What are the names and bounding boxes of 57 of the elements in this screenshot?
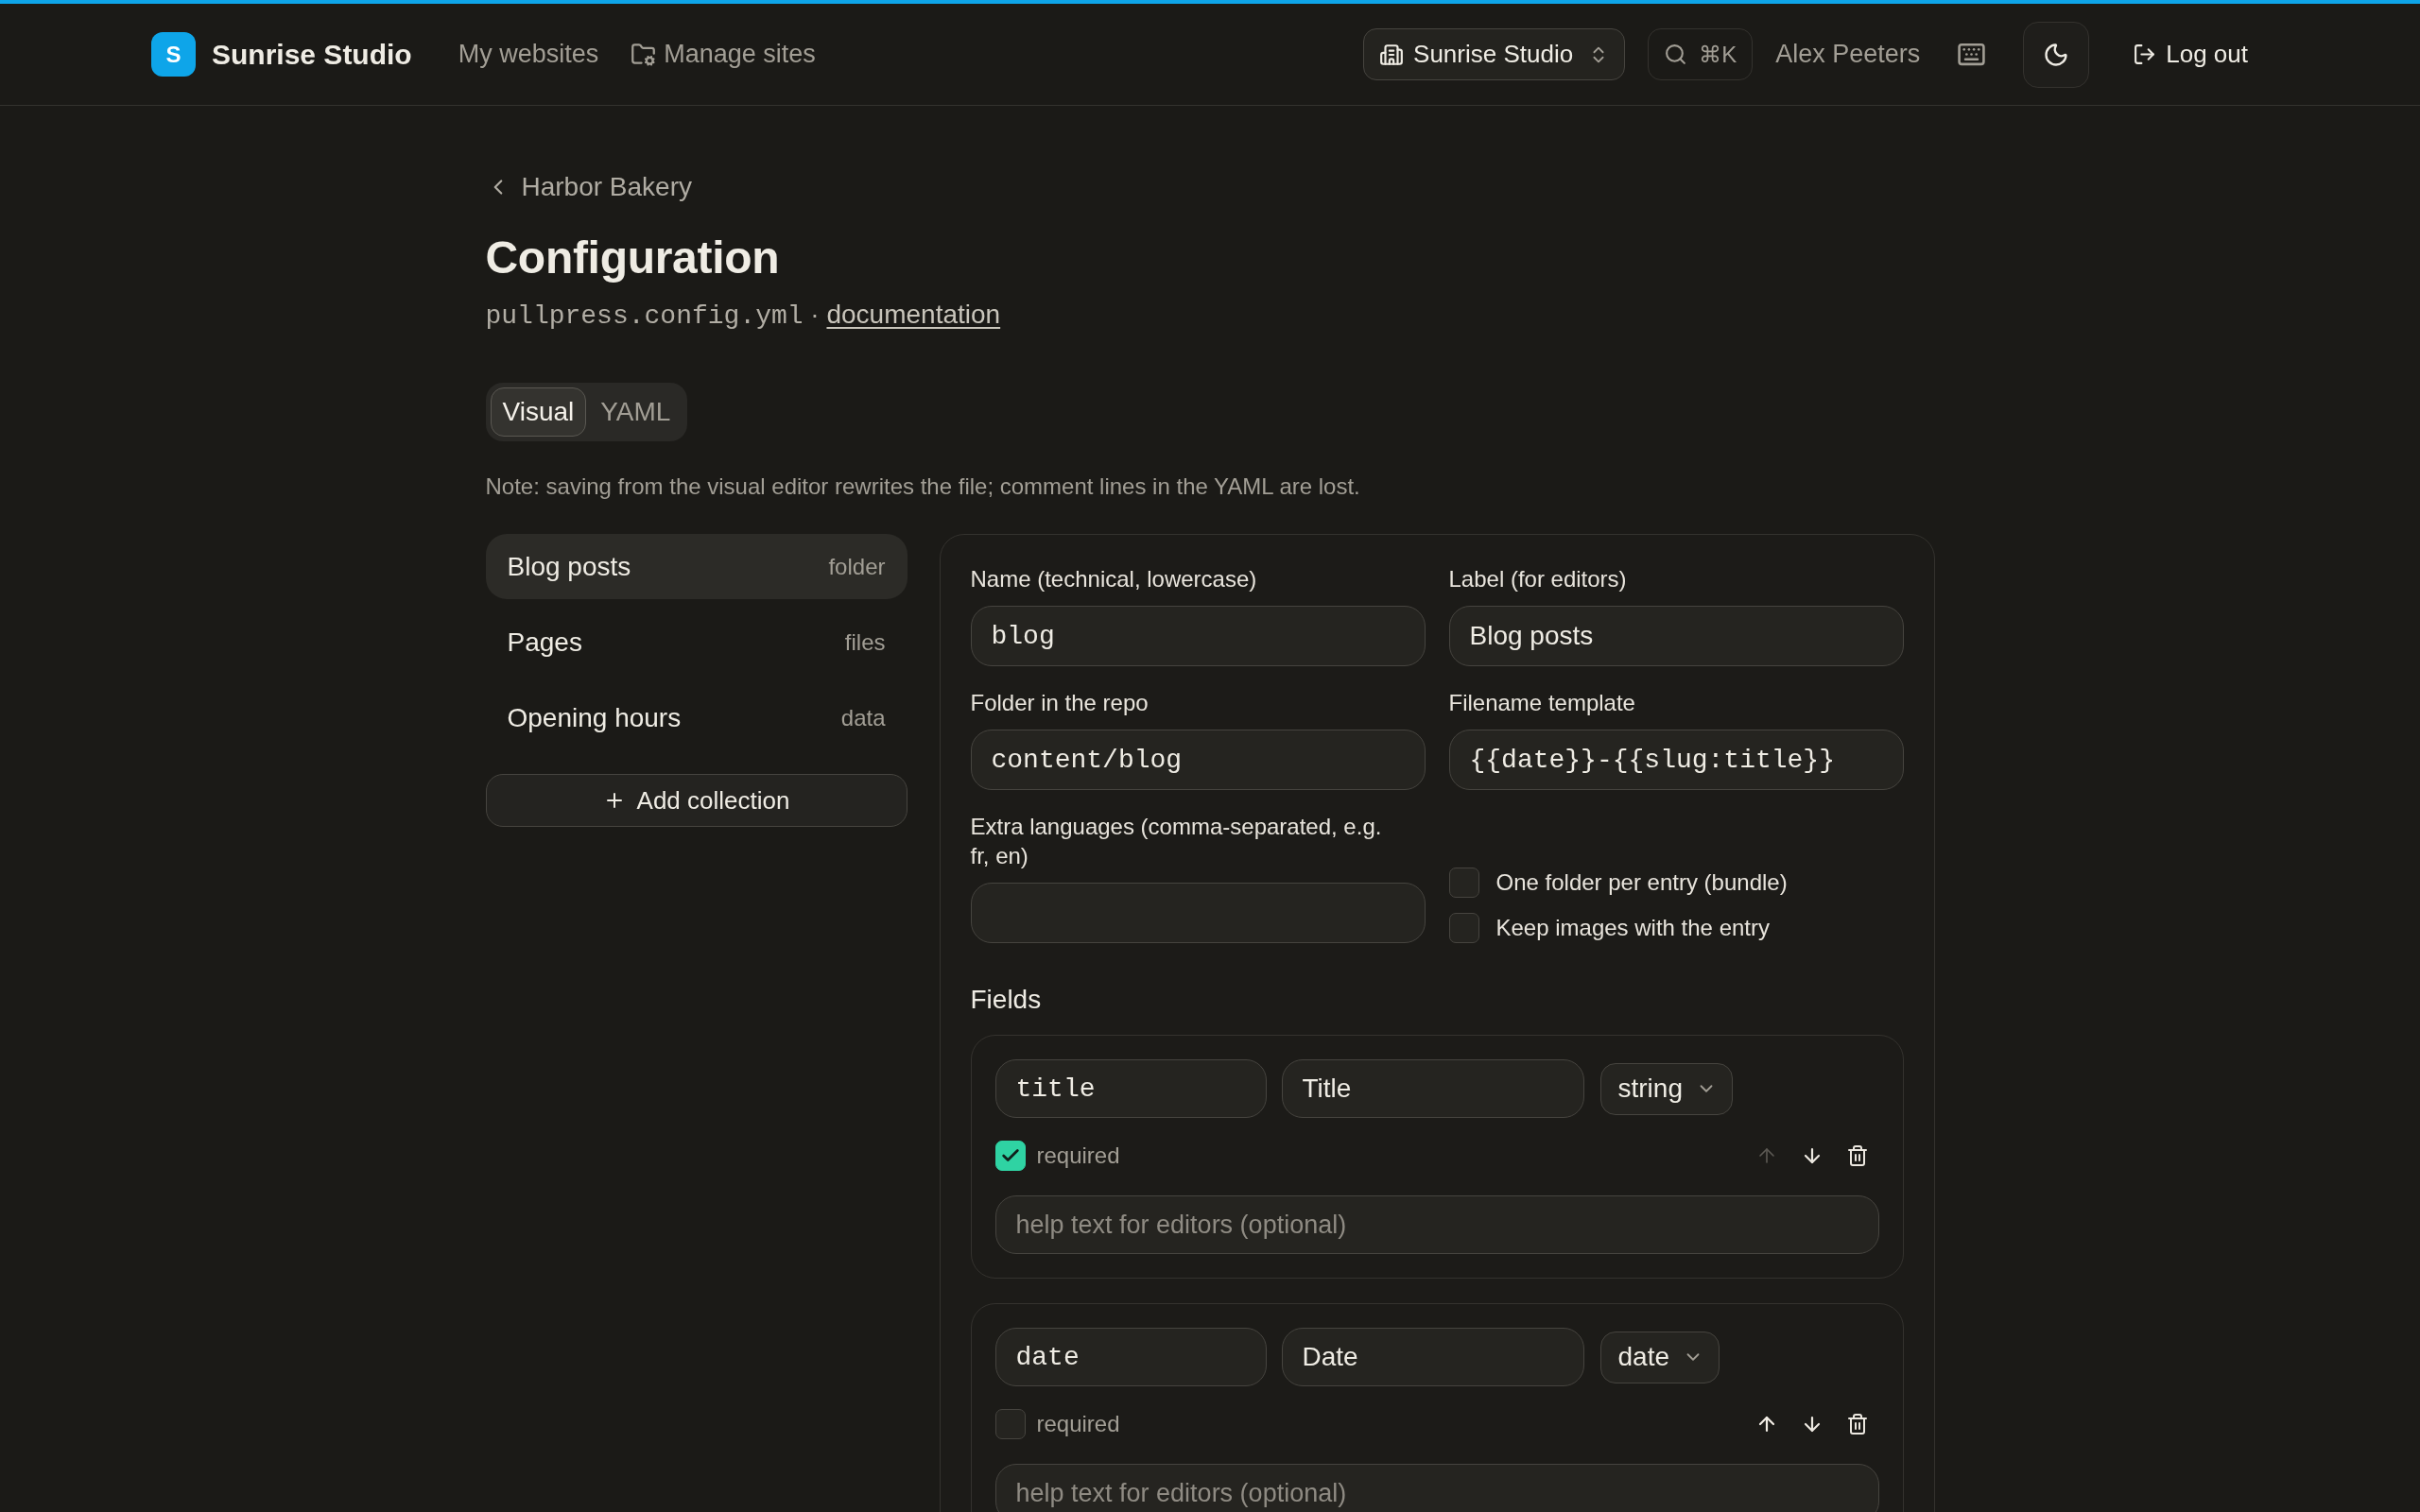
fields-heading: Fields: [970, 984, 1043, 1016]
text-input[interactable]: {{date}}-{{slug:title}}: [1448, 730, 1904, 790]
add-collection-button[interactable]: Add collection: [485, 774, 908, 827]
option-checkbox[interactable]: [1448, 913, 1479, 943]
user-name: Alex Peeters: [1775, 40, 1921, 69]
brand-name[interactable]: Sunrise Studio: [212, 38, 412, 71]
field-label: Filename template: [1448, 689, 1635, 717]
text-input[interactable]: content/blog: [970, 730, 1426, 790]
collection-item[interactable]: Blog posts folder: [485, 534, 908, 599]
field-label-input[interactable]: Date: [1281, 1328, 1584, 1386]
field-label-input[interactable]: Title: [1281, 1059, 1584, 1118]
field-label: Folder in the repo: [970, 689, 1149, 717]
log-out-icon: [2133, 43, 2157, 66]
search-icon: [1664, 43, 1688, 66]
option-label: Keep images with the entry: [1495, 915, 1770, 941]
trash-icon: [1845, 1144, 1869, 1167]
collection-type: folder: [828, 553, 886, 580]
search-button[interactable]: ⌘K: [1648, 28, 1754, 80]
nav-link[interactable]: My websites: [458, 40, 599, 69]
folder-icon: [631, 42, 657, 67]
config-file-line: pullpress.config.yml · documentation: [485, 299, 1001, 333]
type-select[interactable]: date: [1599, 1331, 1720, 1383]
nav-link[interactable]: Manage sites: [631, 40, 816, 69]
help-text-input[interactable]: help text for editors (optional): [994, 1464, 1879, 1512]
back-link[interactable]: Harbor Bakery: [485, 172, 692, 202]
option-label: One folder per entry (bundle): [1495, 869, 1788, 896]
field-name-input[interactable]: title: [994, 1059, 1267, 1118]
building-icon: [1379, 42, 1405, 67]
tab[interactable]: Visual: [490, 387, 587, 437]
documentation-link[interactable]: documentation: [826, 300, 1001, 329]
note-text: Note: saving from the visual editor rewrites the file; comment lines in the YAML are lost.: [485, 472, 1360, 501]
log-out-button[interactable]: Log out: [2112, 28, 2269, 80]
required-label: required: [1036, 1411, 1120, 1437]
field-name-input[interactable]: date: [994, 1328, 1267, 1386]
option-checkbox[interactable]: [1448, 868, 1479, 898]
field-label: Extra languages (comma-separated, e.g. fr, en): [970, 813, 1383, 870]
field-label: Name (technical, lowercase): [970, 565, 1257, 593]
trash-icon: [1845, 1413, 1869, 1435]
text-input[interactable]: [970, 883, 1426, 943]
page-title: Configuration: [485, 232, 780, 284]
required-checkbox[interactable]: [994, 1409, 1026, 1439]
text-input[interactable]: blog: [970, 606, 1426, 666]
text-input[interactable]: Blog posts: [1448, 606, 1904, 666]
field-label: Label (for editors): [1448, 565, 1627, 593]
required-label: required: [1036, 1143, 1120, 1169]
tab[interactable]: YAML: [588, 387, 683, 437]
collection-type: files: [844, 628, 886, 656]
collection-type: data: [840, 704, 886, 731]
collection-item[interactable]: Opening hours data: [485, 685, 908, 750]
type-select[interactable]: string: [1599, 1062, 1733, 1115]
workspace-switcher[interactable]: Sunrise Studio: [1363, 28, 1626, 80]
help-text-input[interactable]: help text for editors (optional): [994, 1195, 1879, 1254]
collection-item[interactable]: Pages files: [485, 610, 908, 675]
moon-icon: [2043, 41, 2070, 68]
theme-toggle-button[interactable]: [2023, 21, 2090, 88]
required-checkbox[interactable]: [994, 1141, 1026, 1171]
brand-logo: S: [151, 32, 196, 77]
